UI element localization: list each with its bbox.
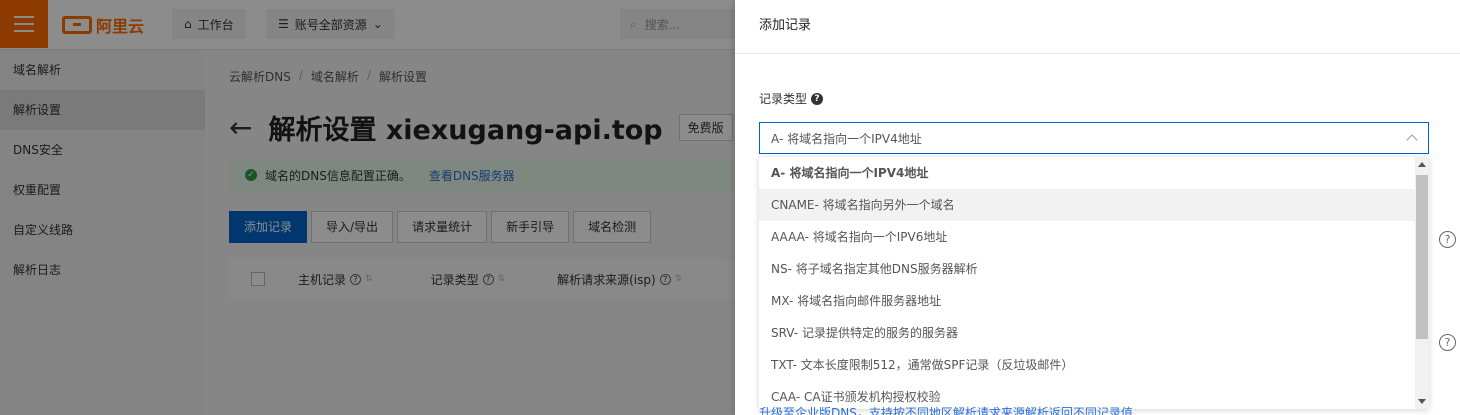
drawer-title: 添加记录 [735,0,1460,54]
upgrade-hint-link[interactable]: 升级至企业版DNS，支持按不同地区解析请求来源解析返回不同记录值 [759,404,1133,415]
dropdown-option[interactable]: NS- 将子域名指定其他DNS服务器解析 [759,253,1429,285]
help-icon[interactable]: ? [1439,231,1456,248]
dropdown-option[interactable]: SRV- 记录提供特定的服务的服务器 [759,317,1429,349]
help-icon[interactable]: ? [1439,334,1456,351]
chevron-up-icon[interactable] [1406,134,1418,146]
dropdown-scrollbar[interactable] [1415,157,1429,409]
scrollbar-thumb[interactable] [1416,175,1428,339]
record-type-label-text: 记录类型 [759,92,808,106]
add-record-drawer: 添加记录 记录类型 ? A- 将域名指向一个IPV4地址 A- 将域名指向一个I… [735,0,1460,415]
scroll-up-arrow-icon[interactable] [1418,162,1426,167]
scroll-down-arrow-icon[interactable] [1418,399,1426,404]
record-type-dropdown: A- 将域名指向一个IPV4地址 CNAME- 将域名指向另外一个域名 AAAA… [759,157,1429,409]
dropdown-option[interactable]: TXT- 文本长度限制512，通常做SPF记录（反垃圾邮件） [759,349,1429,381]
modal-overlay[interactable] [0,0,735,415]
dropdown-option[interactable]: CNAME- 将域名指向另外一个域名 [759,189,1429,221]
help-icon[interactable]: ? [811,92,824,105]
dropdown-option[interactable]: A- 将域名指向一个IPV4地址 [759,157,1429,189]
record-type-label: 记录类型 ? [759,90,824,107]
record-type-select[interactable]: A- 将域名指向一个IPV4地址 [759,122,1429,154]
dropdown-option[interactable]: MX- 将域名指向邮件服务器地址 [759,285,1429,317]
dropdown-option[interactable]: AAAA- 将域名指向一个IPV6地址 [759,221,1429,253]
record-type-select-value: A- 将域名指向一个IPV4地址 [771,131,922,146]
